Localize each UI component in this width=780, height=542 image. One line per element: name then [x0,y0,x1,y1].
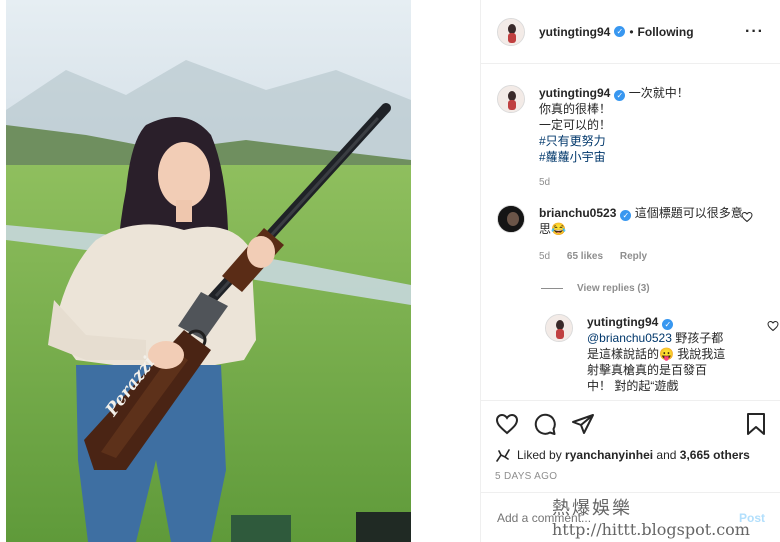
caption-meta: 5d [539,175,689,191]
following-button[interactable]: Following [638,25,694,39]
post-date[interactable]: 5 DAYS AGO [495,471,767,482]
avatar-image [498,86,524,112]
hashtag-link[interactable]: #蘿蘿小宇宙 [539,149,689,165]
post-header: yutingting94 ✓ • Following ··· [481,0,780,64]
verified-badge-icon: ✓ [614,26,626,37]
separator-dot: • [629,24,634,39]
liked-by-others[interactable]: 3,665 others [680,448,750,462]
comment-body: brianchu0523 ✓ 這個標題可以很多意思😂 5d 65 likes Re… [539,205,744,265]
like-heart-icon[interactable] [495,412,519,436]
verified-badge-icon: ✓ [614,90,626,101]
reply-avatar[interactable] [545,314,573,342]
reply-username[interactable]: yutingting94 [587,315,658,329]
comment-age[interactable]: 5d [539,251,550,262]
action-icons [495,411,767,437]
verified-badge-icon: ✓ [620,210,632,221]
caption-line: 一次就中！ [628,86,689,100]
commenter-username[interactable]: brianchu0523 [539,206,616,220]
caption-avatar[interactable] [497,85,525,113]
view-replies-button[interactable]: View replies (3) [541,283,765,294]
liker-avatar-icon[interactable] [495,447,511,463]
caption-line: 一定可以的！ [539,118,612,132]
save-bookmark-icon[interactable] [745,412,767,436]
liked-by-prefix: Liked by [517,448,562,462]
comment-icon[interactable] [533,412,557,436]
more-options-icon[interactable]: ··· [745,23,764,41]
verified-badge-icon: ✓ [662,319,674,330]
view-replies-label: View replies (3) [577,283,650,294]
view-replies-line [541,288,563,289]
likes-summary: Liked by ryanchanyinhei and 3,665 others [495,447,767,463]
add-comment-input[interactable] [497,510,739,525]
comment-item: brianchu0523 ✓ 這個標題可以很多意思😂 5d 65 likes Re… [497,205,765,265]
reply-like-heart-icon[interactable] [767,320,779,332]
avatar-image [546,315,572,341]
caption: yutingting94 ✓ 一次就中！ 你真的很棒！ 一定可以的！ #只有更努力… [497,85,765,191]
caption-line: 你真的很棒！ [539,102,612,116]
caption-username[interactable]: yutingting94 [539,86,610,100]
post-actions: Liked by ryanchanyinhei and 3,665 others… [481,400,780,492]
post-photo-pane: Perazzi [0,0,480,542]
liked-by-user[interactable]: ryanchanyinhei [565,448,653,462]
caption-age[interactable]: 5d [539,177,550,188]
add-comment-bar: Post [481,492,780,542]
caption-body: yutingting94 ✓ 一次就中！ 你真的很棒！ 一定可以的！ #只有更努力… [539,85,689,191]
avatar[interactable] [497,17,525,46]
reply-item: yutingting94 ✓ @brianchu0523 野孩子都是這樣說話的😛 … [545,314,779,394]
liked-by-and: and [656,448,677,462]
hashtag-link[interactable]: #只有更努力 [539,133,689,149]
post-sidebar: yutingting94 ✓ • Following ··· yutingtin… [480,0,780,542]
avatar-image [498,206,524,232]
share-icon[interactable] [571,412,595,436]
post-comment-button[interactable]: Post [739,511,765,525]
shooting-range-photo [6,0,411,542]
author-username[interactable]: yutingting94 [539,25,610,39]
comments-list[interactable]: yutingting94 ✓ 一次就中！ 你真的很棒！ 一定可以的！ #只有更努力… [481,65,780,400]
comment-meta: 5d 65 likes Reply [539,249,744,265]
reply-button[interactable]: Reply [620,251,647,262]
avatar-image [498,18,524,45]
comment-like-heart-icon[interactable] [741,211,753,223]
commenter-avatar[interactable] [497,205,525,233]
reply-body: yutingting94 ✓ @brianchu0523 野孩子都是這樣說話的😛 … [587,314,727,394]
post-photo[interactable]: Perazzi [6,0,411,542]
comment-likes[interactable]: 65 likes [567,251,603,262]
mention-link[interactable]: @brianchu0523 [587,331,672,345]
